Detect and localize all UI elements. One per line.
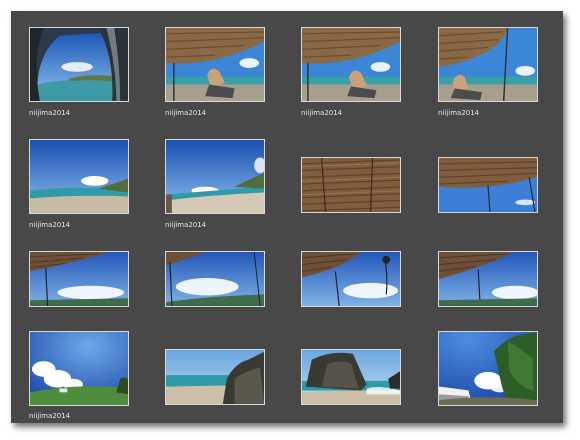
photo-caption: niijima2014 [29,109,71,117]
photo-thumbnail[interactable] [438,27,538,102]
photo-caption: niijima2014 [165,109,207,117]
photo-thumbnail[interactable] [301,251,401,307]
photo-gallery-window: niijima2014 niijima2014 niijima2014 niij… [11,11,563,423]
photo-thumbnail[interactable] [29,139,129,214]
photo-thumbnail[interactable] [29,27,129,102]
photo-thumbnail[interactable] [438,331,538,406]
photo-thumbnail[interactable] [165,27,265,102]
photo-caption: niijima2014 [165,221,207,229]
photo-caption: niijima2014 [29,412,71,420]
photo-caption: niijima2014 [438,109,480,117]
photo-caption: niijima2014 [29,221,71,229]
photo-caption: niijima2014 [301,109,343,117]
photo-thumbnail[interactable] [29,331,129,406]
photo-thumbnail[interactable] [438,157,538,213]
photo-thumbnail[interactable] [165,251,265,307]
photo-thumbnail[interactable] [301,157,401,213]
photo-thumbnail[interactable] [301,349,401,405]
photo-thumbnail[interactable] [438,251,538,307]
photo-thumbnail[interactable] [165,349,265,405]
photo-thumbnail[interactable] [165,139,265,214]
photo-thumbnail[interactable] [29,251,129,307]
photo-thumbnail[interactable] [301,27,401,102]
